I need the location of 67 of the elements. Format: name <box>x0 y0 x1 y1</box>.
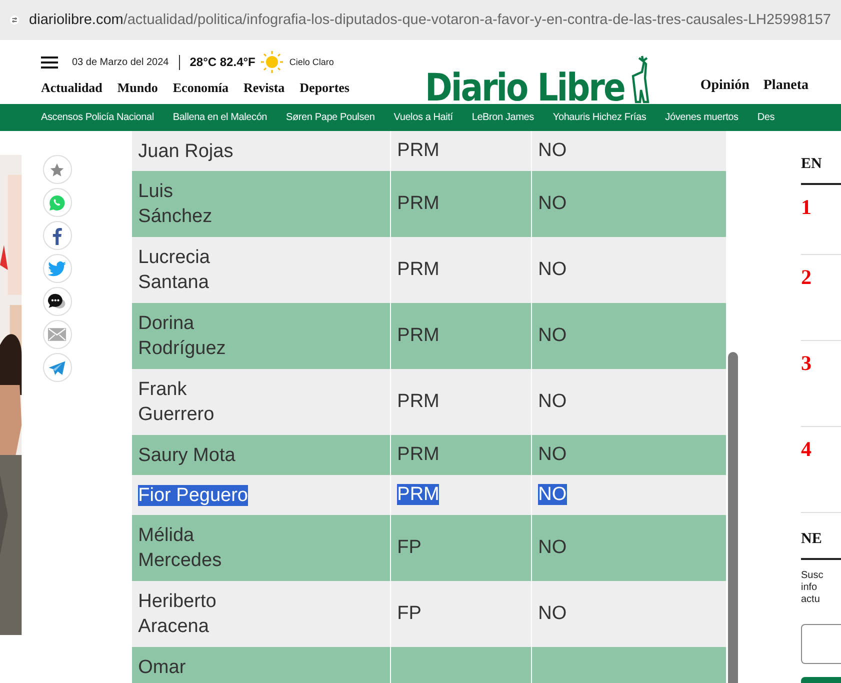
vote-cell: NO <box>538 444 567 465</box>
scrollbar-thumb[interactable] <box>728 352 738 683</box>
nav-link[interactable]: Economía <box>172 80 228 96</box>
vote-cell: NO <box>538 537 567 558</box>
trending-link[interactable]: Ballena en el Malecón <box>172 112 268 123</box>
star-icon <box>49 162 66 178</box>
vote-cell: NO <box>538 193 567 214</box>
name-cell: Heriberto Aracena <box>138 591 216 637</box>
chat-bubble-icon <box>47 292 68 310</box>
newsletter-text: Susc info actu <box>800 570 824 606</box>
name-cell: Dorina Rodríguez <box>138 313 226 359</box>
rank-number: 2 <box>800 255 841 341</box>
name-cell: Frank Guerrero <box>138 379 214 425</box>
nav-link[interactable]: Planeta <box>763 78 808 104</box>
menu-icon[interactable] <box>41 56 58 68</box>
rank-number: 4 <box>800 427 841 513</box>
paper-plane-icon <box>48 360 66 376</box>
vote-cell: NO <box>538 484 567 505</box>
party-cell: PRM <box>397 484 440 505</box>
trending-link[interactable]: LeBron James <box>472 112 534 123</box>
nav-link[interactable]: Opinión <box>700 78 750 104</box>
trending-link[interactable]: Vuelos a Haití <box>394 112 453 123</box>
trending-link[interactable]: Jóvenes muertos <box>665 112 738 123</box>
nav-link[interactable]: Actualidad <box>41 80 102 96</box>
party-cell: PRM <box>397 193 440 214</box>
party-cell: PRM <box>397 140 440 161</box>
party-cell: PRM <box>397 391 440 412</box>
party-cell: PRM <box>397 325 440 346</box>
name-cell: Omar <box>138 657 186 678</box>
weather-text: Cielo Claro <box>289 57 334 67</box>
trending-link[interactable]: Des <box>757 112 775 123</box>
sun-icon <box>261 51 284 73</box>
vote-cell: NO <box>538 140 567 161</box>
trending-link[interactable]: Yohauris Hichez Frías <box>552 112 646 123</box>
rank-number: 3 <box>800 341 841 427</box>
name-cell: Lucrecia Santana <box>138 247 210 293</box>
nav-link[interactable]: Mundo <box>117 80 158 96</box>
name-cell: Saury Mota <box>138 444 236 466</box>
name-cell: Juan Rojas <box>138 140 234 162</box>
temperature-text: 28°C 82.4°F <box>190 55 256 69</box>
site-logo[interactable]: Diario Libre <box>425 68 624 106</box>
vote-cell: NO <box>538 391 567 412</box>
name-cell: Fior Peguero <box>138 484 248 506</box>
party-cell: PRM <box>397 444 440 465</box>
party-cell: FP <box>397 603 422 624</box>
bird-icon <box>48 260 66 276</box>
vote-cell: NO <box>538 325 567 346</box>
vote-cell: NO <box>538 603 567 624</box>
share-button[interactable] <box>42 287 72 316</box>
name-cell: Mélida Mercedes <box>138 525 222 571</box>
trending-link[interactable]: Søren Pape Poulsen <box>286 112 375 123</box>
vote-cell: NO <box>538 259 567 280</box>
date-text: 03 de Marzo del 2024 <box>72 56 169 68</box>
rank-number: 1 <box>800 185 841 255</box>
section-heading: NE <box>800 531 841 560</box>
share-button[interactable] <box>42 221 72 250</box>
section-heading: EN <box>800 156 841 185</box>
party-cell: PRM <box>397 259 440 280</box>
email-field[interactable] <box>800 624 841 664</box>
whatsapp-icon <box>48 194 66 212</box>
envelope-icon <box>48 328 66 341</box>
name-cell: Luis Sánchez <box>138 181 212 227</box>
nav-link[interactable]: Revista <box>244 80 285 96</box>
facebook-icon <box>51 226 64 244</box>
trending-link[interactable]: Ascensos Policía Nacional <box>41 112 154 123</box>
party-cell: FP <box>397 537 422 558</box>
nav-link[interactable]: Deportes <box>300 80 350 96</box>
